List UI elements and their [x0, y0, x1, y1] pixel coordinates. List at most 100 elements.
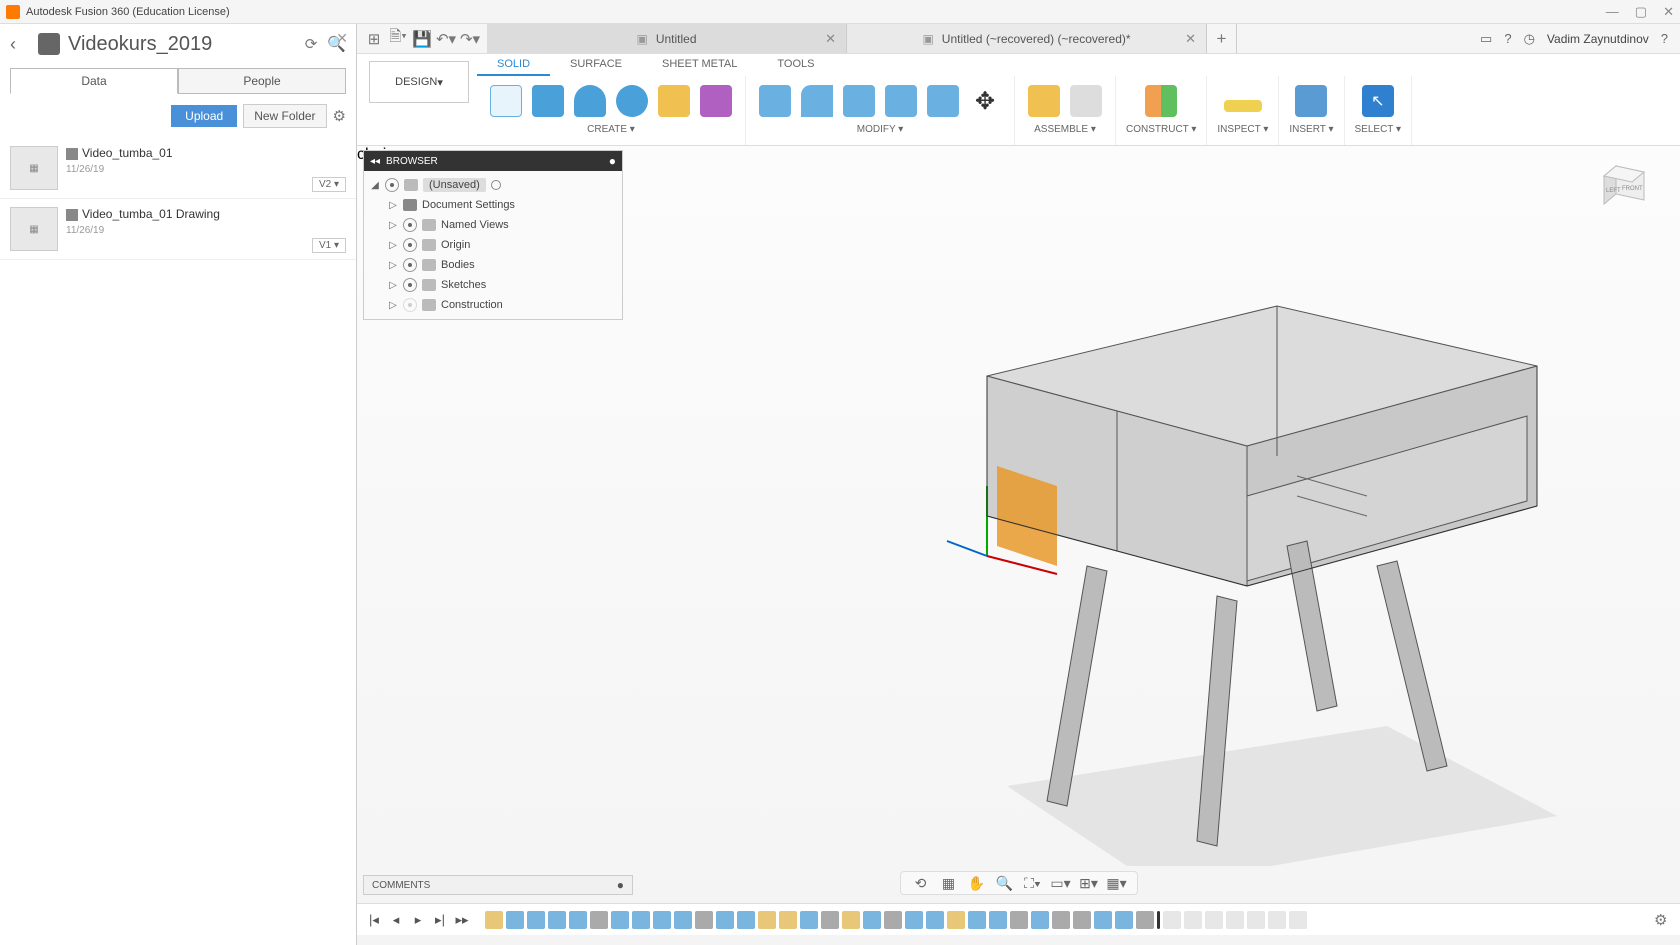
- browser-node[interactable]: ▷Document Settings: [364, 195, 622, 215]
- redo-icon[interactable]: ↷▾: [461, 30, 479, 48]
- document-tab[interactable]: ▣ Untitled (~recovered) (~recovered)* ✕: [847, 24, 1207, 53]
- pan-icon[interactable]: ✋: [967, 873, 987, 893]
- press-pull-tool[interactable]: [756, 80, 794, 122]
- document-tab[interactable]: ▣ Untitled ✕: [487, 24, 847, 53]
- browser-node[interactable]: ▷Origin: [364, 235, 622, 255]
- visibility-icon[interactable]: [385, 178, 399, 192]
- draft-tool[interactable]: [924, 80, 962, 122]
- timeline-feature[interactable]: [968, 911, 986, 929]
- back-button[interactable]: ‹: [10, 34, 30, 55]
- create-label[interactable]: CREATE ▾: [587, 124, 635, 135]
- tab-solid[interactable]: SOLID: [477, 54, 550, 76]
- combine-tool[interactable]: [882, 80, 920, 122]
- tab-sheet-metal[interactable]: SHEET METAL: [642, 54, 757, 76]
- timeline-feature[interactable]: [1094, 911, 1112, 929]
- construct-label[interactable]: CONSTRUCT ▾: [1126, 124, 1196, 135]
- new-tab-button[interactable]: +: [1207, 24, 1237, 53]
- timeline-feature[interactable]: [674, 911, 692, 929]
- timeline-feature[interactable]: [653, 911, 671, 929]
- timeline-play-icon[interactable]: ▸: [409, 911, 427, 929]
- maximize-icon[interactable]: ▢: [1635, 4, 1647, 20]
- tab-surface[interactable]: SURFACE: [550, 54, 642, 76]
- workspace-dropdown[interactable]: DESIGN ▾: [369, 61, 469, 103]
- grid-apps-icon[interactable]: ⊞: [365, 30, 383, 48]
- modify-label[interactable]: MODIFY ▾: [857, 124, 904, 135]
- timeline-feature[interactable]: [1073, 911, 1091, 929]
- fit-icon[interactable]: ⛶▾: [1023, 873, 1043, 893]
- timeline-feature[interactable]: [695, 911, 713, 929]
- timeline-feature[interactable]: [632, 911, 650, 929]
- timeline-feature[interactable]: [485, 911, 503, 929]
- timeline-feature[interactable]: [947, 911, 965, 929]
- settings-gear-icon[interactable]: ⚙: [333, 107, 346, 125]
- create-form-tool[interactable]: [655, 80, 693, 122]
- user-name[interactable]: Vadim Zaynutdinov: [1547, 32, 1649, 46]
- timeline-feature[interactable]: [1205, 911, 1223, 929]
- help-circle-icon[interactable]: ?: [1661, 31, 1668, 46]
- tab-tools[interactable]: TOOLS: [757, 54, 834, 76]
- timeline-feature[interactable]: [1115, 911, 1133, 929]
- timeline-feature[interactable]: [716, 911, 734, 929]
- insert-decal-tool[interactable]: [1292, 80, 1330, 122]
- timeline-feature[interactable]: [590, 911, 608, 929]
- select-label[interactable]: SELECT ▾: [1355, 124, 1402, 135]
- timeline-feature[interactable]: [863, 911, 881, 929]
- timeline-feature[interactable]: [548, 911, 566, 929]
- viewport-canvas[interactable]: ◂◂ BROWSER ● ◢ (Unsaved) ▷Document Setti…: [357, 146, 1680, 945]
- timeline-feature[interactable]: [1031, 911, 1049, 929]
- look-at-icon[interactable]: ▦: [939, 873, 959, 893]
- minimize-icon[interactable]: —: [1606, 4, 1619, 20]
- timeline-feature[interactable]: [800, 911, 818, 929]
- derive-tool[interactable]: [697, 80, 735, 122]
- upload-button[interactable]: Upload: [171, 105, 237, 127]
- close-window-icon[interactable]: ✕: [1663, 4, 1674, 20]
- new-component-tool[interactable]: [1025, 80, 1063, 122]
- box-tool[interactable]: [529, 80, 567, 122]
- timeline-feature[interactable]: [527, 911, 545, 929]
- grid-settings-icon[interactable]: ⊞▾: [1079, 873, 1099, 893]
- timeline-start-icon[interactable]: |◂: [365, 911, 383, 929]
- insert-label[interactable]: INSERT ▾: [1289, 124, 1333, 135]
- timeline-feature[interactable]: [1136, 911, 1154, 929]
- move-tool[interactable]: ✥: [966, 80, 1004, 122]
- visibility-icon[interactable]: [403, 298, 417, 312]
- browser-node[interactable]: ▷Sketches: [364, 275, 622, 295]
- refresh-icon[interactable]: ⟳: [305, 35, 318, 53]
- close-tab-icon[interactable]: ✕: [1185, 31, 1196, 47]
- timeline-feature[interactable]: [1268, 911, 1286, 929]
- timeline-feature[interactable]: [1247, 911, 1265, 929]
- fillet-tool[interactable]: [798, 80, 836, 122]
- measure-tool[interactable]: [1222, 80, 1264, 122]
- timeline-feature[interactable]: [506, 911, 524, 929]
- extensions-icon[interactable]: ▭: [1480, 31, 1492, 47]
- timeline-feature[interactable]: [611, 911, 629, 929]
- browser-root[interactable]: ◢ (Unsaved): [364, 175, 622, 195]
- timeline-settings-icon[interactable]: ⚙: [1654, 911, 1672, 929]
- viewport-settings-icon[interactable]: ▦▾: [1107, 873, 1127, 893]
- visibility-icon[interactable]: [403, 218, 417, 232]
- zoom-icon[interactable]: 🔍: [995, 873, 1015, 893]
- browser-collapse-arrow[interactable]: ◂◂: [370, 156, 380, 167]
- plane-tool[interactable]: [1142, 80, 1180, 122]
- timeline-feature[interactable]: [779, 911, 797, 929]
- close-panel-icon[interactable]: ✕: [336, 30, 348, 47]
- timeline-feature[interactable]: [1010, 911, 1028, 929]
- shell-tool[interactable]: [840, 80, 878, 122]
- timeline-next-icon[interactable]: ▸|: [431, 911, 449, 929]
- browser-node[interactable]: ▷Construction: [364, 295, 622, 315]
- browser-node[interactable]: ▷Bodies: [364, 255, 622, 275]
- timeline-feature[interactable]: [1052, 911, 1070, 929]
- timeline-feature[interactable]: [821, 911, 839, 929]
- timeline-prev-icon[interactable]: ◂: [387, 911, 405, 929]
- timeline-feature[interactable]: [989, 911, 1007, 929]
- display-settings-icon[interactable]: ▭▾: [1051, 873, 1071, 893]
- timeline-feature[interactable]: [926, 911, 944, 929]
- sphere-tool[interactable]: [613, 80, 651, 122]
- visibility-icon[interactable]: [403, 258, 417, 272]
- view-cube[interactable]: LEFT FRONT: [1596, 154, 1660, 218]
- version-dropdown[interactable]: V1 ▾: [312, 238, 346, 253]
- activate-radio[interactable]: [491, 180, 501, 190]
- timeline-feature[interactable]: [1163, 911, 1181, 929]
- timeline-feature[interactable]: [1226, 911, 1244, 929]
- browser-pin-icon[interactable]: ●: [609, 154, 616, 168]
